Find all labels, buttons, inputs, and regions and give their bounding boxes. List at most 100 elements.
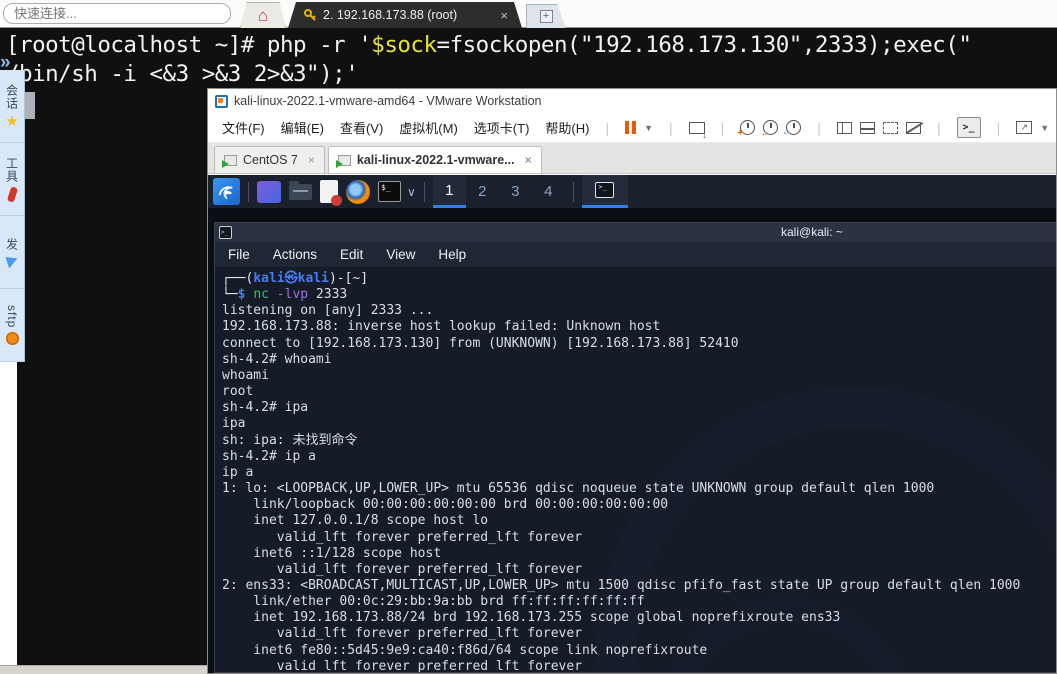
sidebar-tab-工具[interactable]: 工具 [0,143,24,216]
globe-icon [5,332,19,346]
toolbar-separator: | [605,119,610,136]
file-manager-icon[interactable] [289,180,312,200]
terminal-menu-edit[interactable]: Edit [340,247,363,262]
power-dropdown-icon[interactable]: ▼ [644,123,653,133]
terminal-menu-view[interactable]: View [386,247,415,262]
panel-separator [572,181,574,202]
terminal-menu-actions[interactable]: Actions [273,247,317,262]
session-tab[interactable]: 2. 192.168.173.88 (root) × [288,2,522,28]
manage-snapshots-icon[interactable] [783,120,802,139]
terminal-line: [root@localhost ~]# php -r '$sock=fsocko… [6,32,972,58]
terminal-line: link/ether 00:0c:29:bb:9a:bb brd ff:ff:f… [222,594,645,610]
terminal-line: valid_lft forever preferred_lft forever [222,658,583,672]
show-thumbnail-bar-icon[interactable] [859,121,875,134]
take-snapshot-icon[interactable] [737,120,756,139]
kali-terminal-titlebar[interactable]: >_ kali@kali: ~ [215,223,1056,242]
sidebar-tab-会话[interactable]: 会话 ★ [0,70,24,143]
fullscreen-icon[interactable] [882,121,898,134]
terminal-line: inet 192.168.173.88/24 brd 192.168.173.2… [222,610,841,626]
sidebar-tab-发[interactable]: 发 [0,216,24,289]
kali-menu-button[interactable] [213,178,240,205]
new-tab-button[interactable]: + [526,4,566,28]
kali-dragon-icon [218,186,233,200]
kali-panel: $_ ∨ 1234 >_ [208,175,1056,208]
quick-connect-input[interactable] [3,3,231,24]
terminal-menu-file[interactable]: File [228,247,250,262]
vmware-title-bar[interactable]: kali-linux-2022.1-vmware-amd64 - VMware … [208,89,1056,113]
kali-terminal-window: >_ kali@kali: ~ File Actions Edit View Help … [214,222,1056,673]
menu-item[interactable]: 选项卡(T) [474,118,530,137]
terminal-window-icon: >_ [219,226,232,239]
vm-tab[interactable]: kali-linux-2022.1-vmware... × [327,146,542,173]
fit-dropdown-icon[interactable]: ▼ [1040,123,1049,133]
send-ctrl-alt-del-icon[interactable] [688,121,707,140]
revert-snapshot-icon[interactable] [760,120,779,139]
xshell-tab-bar: ⌂ 2. 192.168.173.88 (root) × + [0,0,1057,28]
menu-item[interactable]: 文件(F) [222,118,265,137]
vm-tab-label: kali-linux-2022.1-vmware... [356,153,515,167]
pause-vm-icon[interactable] [625,121,637,134]
workspace-1[interactable]: 1 [432,175,466,208]
panel-separator [248,181,249,202]
toolbar-separator: | [817,119,821,136]
text-editor-icon[interactable] [320,180,342,206]
terminal-line: sh-4.2# ipa [222,400,309,416]
console-view-button[interactable]: >_ [956,117,981,138]
key-icon [304,9,317,22]
xshell-terminal-output: [root@localhost ~]# php -r '$sock=fsocko… [6,31,972,89]
toolbar-separator: | [936,119,941,136]
session-tab-label: 2. 192.168.173.88 (root) [323,8,458,22]
kali-terminal-menubar: File Actions Edit View Help [215,242,1056,267]
terminal-line: valid_lft forever preferred_lft forever [222,561,583,577]
terminal-line: sh-4.2# whoami [222,351,332,367]
toolbar-separator: | [720,119,725,136]
close-icon[interactable]: × [308,153,315,167]
workspace-2[interactable]: 2 [466,175,499,208]
sidebar-tab-label: 工具 [4,156,19,183]
workspace-4[interactable]: 4 [532,175,565,208]
vm-tab[interactable]: CentOS 7 × [214,146,325,173]
sidebar-tab-sftp[interactable]: sftp [0,289,24,362]
xshell-status-strip [0,665,207,674]
terminal-line: connect to [192.168.173.130] from (UNKNO… [222,335,739,351]
qterminal-launcher-icon[interactable]: $_ [378,181,401,202]
menu-item[interactable]: 帮助(H) [545,118,589,137]
star-icon: ★ [5,112,19,130]
menu-item[interactable]: 查看(V) [340,118,383,137]
show-library-icon[interactable] [836,121,852,134]
workspace-3[interactable]: 3 [499,175,532,208]
terminal-line: 2: ens33: <BROADCAST,MULTICAST,UP,LOWER_… [222,577,1021,593]
terminal-line: ip a [222,464,254,480]
terminal-line: ┌──(kali㉿kali)-[~] [222,271,369,286]
taskbar-window-button[interactable]: >_ [581,175,628,208]
vm-tab-strip: CentOS 7 × kali-linux-2022.1-vmware... × [208,143,1056,174]
close-icon[interactable]: × [525,153,532,167]
terminal-line: valid_lft forever preferred_lft forever [222,529,583,545]
knife-icon [6,185,18,203]
menu-item[interactable]: 编辑(E) [281,118,324,137]
vm-screen: $_ ∨ 1234 >_ >_ kali@kali: ~ File Actions… [208,175,1056,673]
sidebar-tab-label: 发 [4,237,19,251]
menu-item[interactable]: 虚拟机(M) [399,118,458,137]
paper-plane-icon [4,253,20,268]
fit-guest-icon[interactable]: ↗ [1016,121,1033,134]
terminal-line: inet6 fe80::5d45:9e9:ca40:f86d/64 scope … [222,642,708,658]
close-tab-icon[interactable]: × [500,8,508,23]
vmware-window: kali-linux-2022.1-vmware-amd64 - VMware … [207,88,1057,674]
toolbar-separator: | [996,119,1001,136]
firefox-icon[interactable] [346,179,370,204]
terminal-output: ┌──(kali㉿kali)-[~] └─$ nc -lvp 2333 listen… [222,271,1050,672]
panel-separator [423,181,425,202]
home-tab[interactable]: ⌂ [240,2,286,28]
kali-terminal-body[interactable]: ┌──(kali㉿kali)-[~] └─$ nc -lvp 2333 listen… [215,267,1056,672]
unity-mode-icon[interactable] [905,121,921,134]
toolbar-separator: | [669,119,673,136]
terminal-menu-help[interactable]: Help [438,247,466,262]
terminal-line: link/loopback 00:00:00:00:00:00 brd 00:0… [222,497,669,513]
terminal-launcher-icon[interactable] [257,180,281,203]
terminal-line: 192.168.173.88: inverse host lookup fail… [222,319,661,335]
home-icon: ⌂ [257,6,269,25]
chevron-down-icon[interactable]: ∨ [407,185,416,199]
vm-tab-label: CentOS 7 [243,153,298,167]
sidebar-empty-area [0,362,17,665]
